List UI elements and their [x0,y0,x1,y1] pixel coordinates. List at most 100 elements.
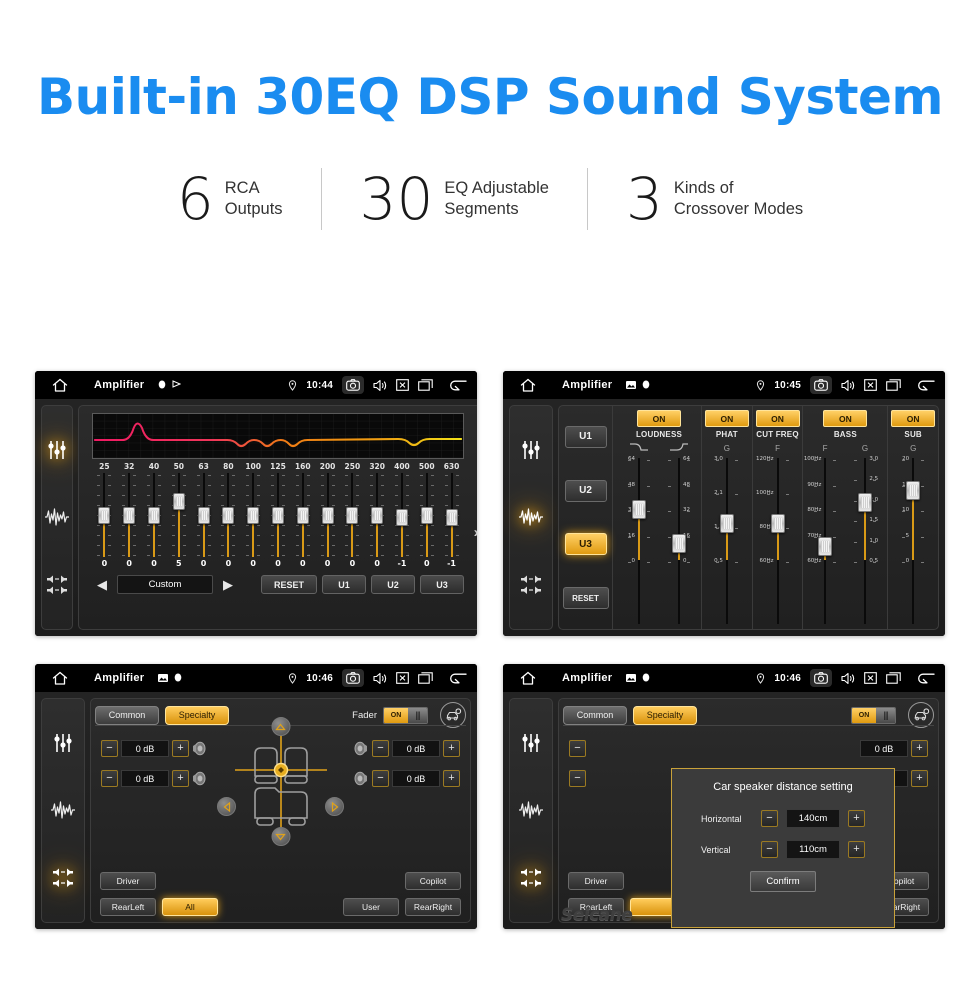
back-icon[interactable] [448,672,468,685]
parameter-slider[interactable]: 120Hz 100Hz 80Hz 60Hz [756,455,798,627]
equalizer-icon[interactable] [48,728,78,758]
seat-button-all[interactable]: All [162,898,218,916]
home-icon[interactable] [512,378,544,393]
back-icon[interactable] [916,672,936,685]
volume-icon[interactable] [373,379,387,392]
eq-band-slider[interactable] [221,473,236,557]
gain-minus-button[interactable]: − [372,770,389,787]
seat-button-driver[interactable]: Driver [100,872,156,890]
close-box-icon[interactable] [396,379,409,391]
down-arrow-icon[interactable] [271,827,290,846]
eq-band-slider[interactable] [97,473,112,557]
waveform-icon[interactable] [42,502,72,532]
slider-knob[interactable] [858,492,873,512]
slider-knob[interactable] [296,506,309,524]
slider-knob[interactable] [395,509,408,527]
eq-band-slider[interactable] [196,473,211,557]
slider-knob[interactable] [672,534,686,554]
confirm-button[interactable]: Confirm [750,871,816,892]
balance-icon[interactable] [48,863,78,893]
eq-band-slider[interactable] [246,473,261,557]
reset-button[interactable]: RESET [562,587,609,610]
gain-minus-button[interactable]: − [101,740,118,757]
slider-knob[interactable] [172,492,185,510]
eq-band-slider[interactable] [394,473,409,557]
slider-knob[interactable] [123,506,136,524]
slider-knob[interactable] [98,506,111,524]
preset-name-display[interactable]: Custom [117,575,213,594]
preset-next-button[interactable]: ▶ [218,578,238,591]
slider-knob[interactable] [222,506,235,524]
gain-minus-button[interactable]: − [569,740,586,757]
preset-prev-button[interactable]: ◀ [92,578,112,591]
eq-band-slider[interactable] [345,473,360,557]
slider-knob[interactable] [770,514,785,534]
tab-common[interactable]: Common [563,705,627,725]
close-box-icon[interactable] [864,672,877,684]
horizontal-minus-button[interactable]: − [761,810,778,827]
slider-knob[interactable] [346,506,359,524]
seat-button-rearright[interactable]: RearRight [405,898,461,916]
seat-diagram[interactable] [221,728,341,840]
equalizer-icon[interactable] [42,435,72,465]
group-toggle-button[interactable]: ON [823,410,868,427]
preset-u1-button[interactable]: U1 [564,425,607,448]
equalizer-icon[interactable] [516,728,546,758]
slider-knob[interactable] [147,506,160,524]
gain-plus-button[interactable]: + [911,770,928,787]
gain-plus-button[interactable]: + [443,740,460,757]
back-icon[interactable] [916,379,936,392]
preset-u3-button[interactable]: U3 [420,575,464,594]
gain-minus-button[interactable]: − [372,740,389,757]
eq-band-slider[interactable] [171,473,186,557]
tab-common[interactable]: Common [95,705,159,725]
waveform-icon[interactable] [48,795,78,825]
parameter-slider[interactable]: 20151050 [893,455,933,627]
recents-icon[interactable] [418,672,433,684]
vertical-minus-button[interactable]: − [761,841,778,858]
camera-icon[interactable] [342,669,364,687]
preset-u2-button[interactable]: U2 [371,575,415,594]
recents-icon[interactable] [886,672,901,684]
eq-band-slider[interactable] [419,473,434,557]
group-toggle-button[interactable]: ON [891,410,936,427]
close-box-icon[interactable] [864,379,877,391]
eq-band-slider[interactable] [295,473,310,557]
slider-knob[interactable] [719,514,734,534]
up-arrow-icon[interactable] [271,717,290,736]
recents-icon[interactable] [418,379,433,391]
home-icon[interactable] [44,671,76,686]
back-icon[interactable] [448,379,468,392]
slider-knob[interactable] [371,506,384,524]
balance-icon[interactable] [42,570,72,600]
parameter-slider[interactable]: 644832160 [619,455,659,627]
waveform-icon[interactable] [516,795,546,825]
preset-u2-button[interactable]: U2 [564,479,607,502]
group-toggle-button[interactable]: ON [637,410,681,427]
parameter-slider[interactable]: 3.0 2.1 1.3 0.5 [707,455,747,627]
vertical-plus-button[interactable]: + [848,841,865,858]
gain-plus-button[interactable]: + [443,770,460,787]
gain-minus-button[interactable]: − [569,770,586,787]
eq-band-slider[interactable] [370,473,385,557]
eq-band-slider[interactable] [444,473,459,557]
slider-knob[interactable] [445,509,458,527]
tab-specialty[interactable]: Specialty [633,705,697,725]
balance-icon[interactable] [516,570,546,600]
eq-band-slider[interactable] [146,473,161,557]
close-box-icon[interactable] [396,672,409,684]
fader-toggle[interactable]: ON ||| [383,706,428,724]
waveform-icon[interactable] [516,502,546,532]
parameter-slider[interactable]: 100Hz 90Hz 80Hz 70Hz 60Hz [804,455,845,627]
slider-knob[interactable] [271,506,284,524]
right-arrow-icon[interactable] [325,797,344,816]
horizontal-plus-button[interactable]: + [848,810,865,827]
gain-plus-button[interactable]: + [911,740,928,757]
eq-band-slider[interactable] [122,473,137,557]
balance-icon[interactable] [516,863,546,893]
parameter-slider[interactable]: 644832160 [659,455,699,627]
seat-button-driver[interactable]: Driver [568,872,624,890]
group-toggle-button[interactable]: ON [704,410,749,427]
slider-knob[interactable] [197,506,210,524]
recents-icon[interactable] [886,379,901,391]
